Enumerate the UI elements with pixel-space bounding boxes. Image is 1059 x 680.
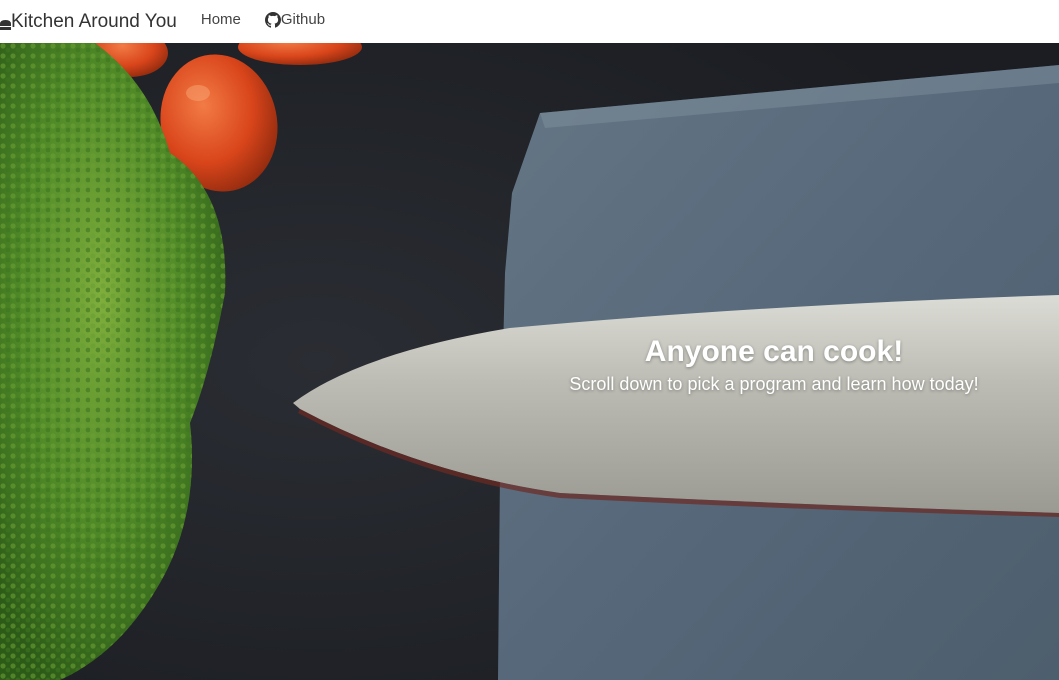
nav-link-github-label: Github bbox=[280, 11, 326, 28]
hero-title: Anyone can cook! bbox=[644, 335, 904, 368]
brand-label: Kitchen Around You bbox=[11, 10, 177, 32]
nav-link-home[interactable]: Home bbox=[201, 0, 241, 41]
chef-hat-icon bbox=[0, 15, 11, 30]
brand-link[interactable]: Kitchen Around You bbox=[0, 0, 177, 43]
top-navbar: Kitchen Around You Home Github bbox=[0, 0, 1059, 43]
github-icon bbox=[264, 11, 281, 28]
nav-link-github[interactable]: Github bbox=[264, 0, 326, 41]
hero-subtitle: Scroll down to pick a program and learn … bbox=[569, 374, 979, 394]
nav-link-home-label: Home bbox=[200, 11, 241, 28]
hero-banner: Anyone can cook! Scroll down to pick a p… bbox=[0, 43, 1059, 680]
hero-text-block: Anyone can cook! Scroll down to pick a p… bbox=[500, 332, 1048, 396]
